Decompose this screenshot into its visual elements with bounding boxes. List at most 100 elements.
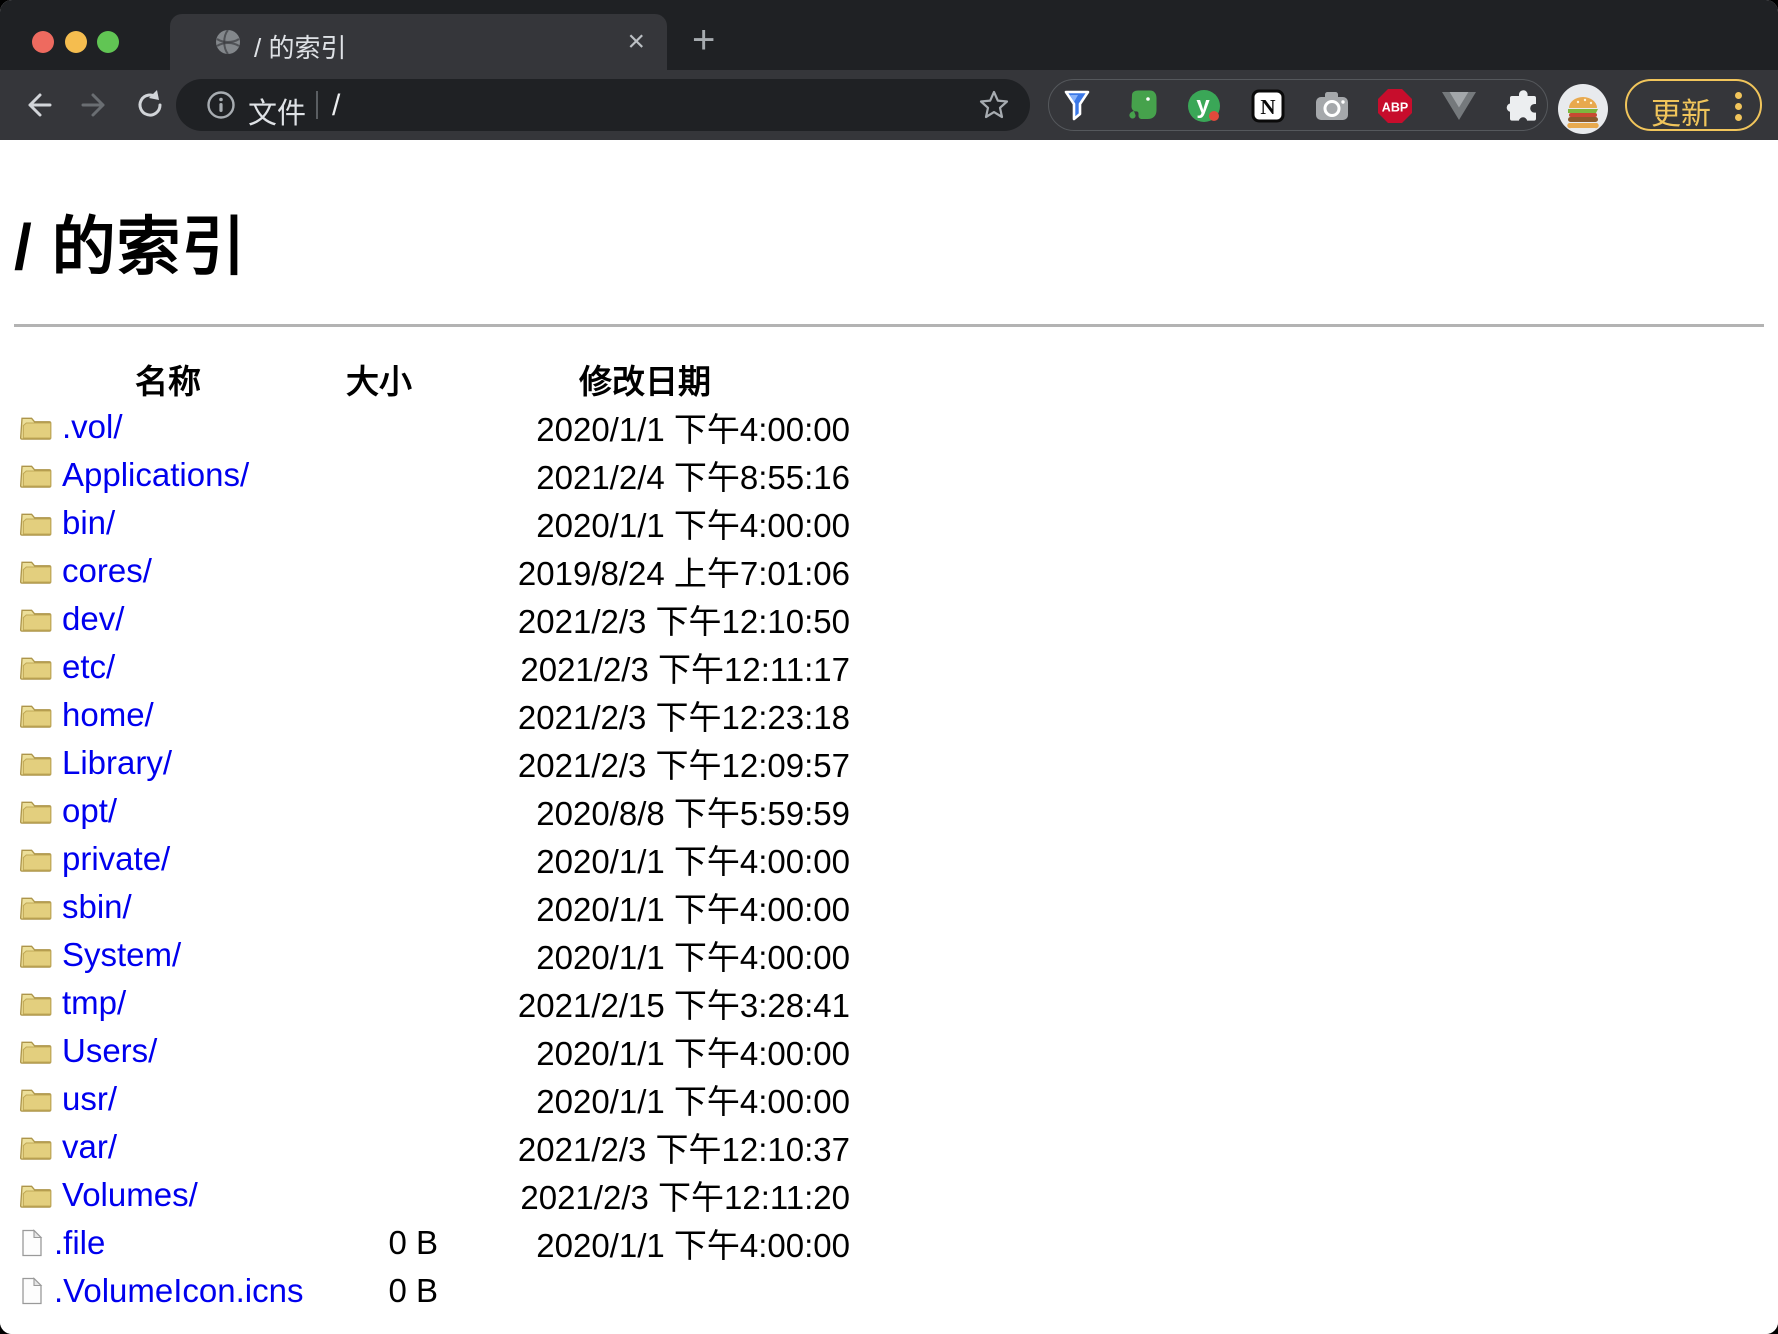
folder-icon: [20, 1089, 52, 1112]
file-date: 2020/1/1 下午4:00:00: [536, 1083, 850, 1120]
profile-avatar[interactable]: [1558, 84, 1608, 134]
maximize-window-button[interactable]: [97, 31, 119, 53]
file-link[interactable]: .file: [54, 1224, 105, 1262]
y-badge-letter: y: [1196, 92, 1210, 119]
header-size[interactable]: 大小: [320, 355, 440, 403]
file-link[interactable]: home/: [62, 696, 154, 734]
reload-button-icon[interactable]: [132, 87, 168, 123]
folder-icon: [20, 513, 52, 536]
file-date: 2020/1/1 下午4:00:00: [536, 1227, 850, 1264]
file-date: 2020/1/1 下午4:00:00: [536, 939, 850, 976]
chrome-update-menu-button[interactable]: 更新: [1625, 79, 1762, 131]
table-row: .file 0 B 2020/1/1 下午4:00:00: [16, 1219, 1778, 1267]
toolbar: 文件 / y N ABP 更新: [0, 70, 1778, 140]
extensions-puzzle-icon[interactable]: [1505, 88, 1541, 124]
page-title: / 的索引: [14, 211, 247, 283]
title-divider: [14, 324, 1764, 327]
table-row: home/ 2021/2/3 下午12:23:18: [16, 691, 1778, 739]
file-link[interactable]: opt/: [62, 792, 117, 830]
file-date: 2020/8/8 下午5:59:59: [536, 795, 850, 832]
notion-letter: N: [1260, 95, 1275, 119]
notion-extension-icon[interactable]: N: [1250, 88, 1286, 124]
file-link[interactable]: cores/: [62, 552, 152, 590]
address-bar[interactable]: 文件 /: [176, 79, 1030, 131]
table-row: bin/ 2020/1/1 下午4:00:00: [16, 499, 1778, 547]
file-date: 2021/2/15 下午3:28:41: [517, 987, 850, 1024]
file-link[interactable]: Applications/: [62, 456, 249, 494]
file-link[interactable]: Volumes/: [62, 1176, 198, 1214]
folder-icon: [20, 657, 52, 680]
file-link[interactable]: bin/: [62, 504, 115, 542]
page-info-icon[interactable]: [206, 90, 236, 120]
folder-icon: [20, 801, 52, 824]
file-date: 2020/1/1 下午4:00:00: [536, 843, 850, 880]
table-row: .VolumeIcon.icns 0 B: [16, 1267, 1778, 1315]
hamburger-avatar-image: [1567, 97, 1599, 129]
header-name[interactable]: 名称: [16, 355, 320, 403]
table-row: cores/ 2019/8/24 上午7:01:06: [16, 547, 1778, 595]
bookmark-star-icon[interactable]: [978, 89, 1010, 121]
blue-funnel-extension-icon[interactable]: [1059, 88, 1095, 124]
file-link[interactable]: var/: [62, 1128, 117, 1166]
header-date[interactable]: 修改日期: [440, 355, 850, 403]
table-row: sbin/ 2020/1/1 下午4:00:00: [16, 883, 1778, 931]
file-date: 2021/2/3 下午12:10:50: [517, 603, 850, 640]
evernote-elephant-icon[interactable]: [1123, 88, 1159, 124]
back-button-icon[interactable]: [20, 87, 56, 123]
file-date: 2020/1/1 下午4:00:00: [536, 891, 850, 928]
file-link[interactable]: dev/: [62, 600, 124, 638]
file-link[interactable]: Users/: [62, 1032, 157, 1070]
folder-icon: [20, 561, 52, 584]
file-size: 0 B: [388, 1224, 438, 1261]
directory-index-page: / 的索引 名称 大小 修改日期 .vol/ 2020/1/1 下午4:00:0…: [0, 140, 1778, 1334]
folder-icon: [20, 993, 52, 1016]
y-badge-extension-icon[interactable]: y: [1186, 88, 1222, 124]
folder-icon: [20, 945, 52, 968]
folder-icon: [20, 1185, 52, 1208]
forward-button-icon[interactable]: [77, 87, 113, 123]
folder-icon: [20, 705, 52, 728]
file-icon: [22, 1229, 43, 1257]
folder-icon: [20, 1137, 52, 1160]
file-link[interactable]: .vol/: [62, 408, 123, 446]
folder-icon: [20, 753, 52, 776]
file-date: 2020/1/1 下午4:00:00: [536, 411, 850, 448]
file-date: 2020/1/1 下午4:00:00: [536, 507, 850, 544]
minimize-window-button[interactable]: [65, 31, 87, 53]
file-link[interactable]: Library/: [62, 744, 172, 782]
table-row: usr/ 2020/1/1 下午4:00:00: [16, 1075, 1778, 1123]
folder-icon: [20, 417, 52, 440]
table-row: var/ 2021/2/3 下午12:10:37: [16, 1123, 1778, 1171]
url-scheme-chip: 文件: [248, 98, 307, 130]
close-window-button[interactable]: [32, 31, 54, 53]
omnibox-divider: [316, 91, 318, 119]
file-link[interactable]: System/: [62, 936, 181, 974]
camera-extension-icon[interactable]: [1314, 88, 1350, 124]
table-row: Users/ 2020/1/1 下午4:00:00: [16, 1027, 1778, 1075]
browser-window: / 的索引 × + 文件 / y N ABP 更新 / 的索引 名称 大小 修改…: [0, 0, 1778, 1334]
file-date: 2021/2/3 下午12:11:20: [520, 1179, 850, 1216]
file-link[interactable]: etc/: [62, 648, 115, 686]
active-tab[interactable]: / 的索引 ×: [170, 14, 667, 70]
folder-icon: [20, 897, 52, 920]
update-label: 更新: [1651, 98, 1711, 131]
table-row: tmp/ 2021/2/15 下午3:28:41: [16, 979, 1778, 1027]
tab-strip: / 的索引 × +: [0, 0, 1778, 70]
folder-icon: [20, 849, 52, 872]
file-link[interactable]: sbin/: [62, 888, 132, 926]
file-link[interactable]: tmp/: [62, 984, 126, 1022]
file-link[interactable]: .VolumeIcon.icns: [54, 1272, 303, 1310]
vue-devtools-extension-icon[interactable]: [1441, 88, 1477, 124]
file-link[interactable]: private/: [62, 840, 170, 878]
new-tab-button[interactable]: +: [692, 20, 715, 60]
table-row: Volumes/ 2021/2/3 下午12:11:20: [16, 1171, 1778, 1219]
abp-extension-icon[interactable]: ABP: [1377, 88, 1413, 124]
folder-icon: [20, 465, 52, 488]
kebab-menu-icon: [1734, 92, 1742, 122]
tab-close-icon[interactable]: ×: [627, 25, 645, 59]
listing-header-row: 名称 大小 修改日期: [16, 355, 1778, 403]
folder-icon: [20, 1041, 52, 1064]
globe-favicon-icon: [216, 29, 240, 55]
file-date: 2021/2/3 下午12:11:17: [520, 651, 850, 688]
file-link[interactable]: usr/: [62, 1080, 117, 1118]
